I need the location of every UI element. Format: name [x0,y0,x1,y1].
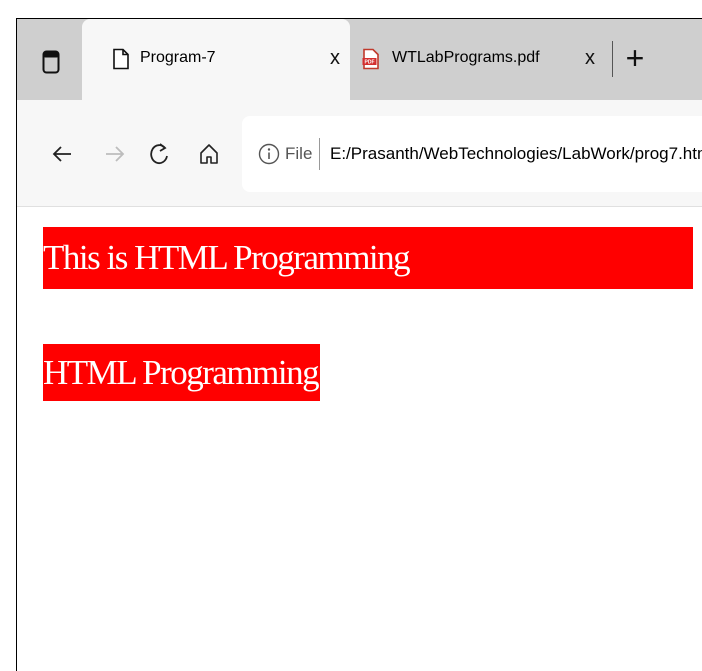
page-icon [113,48,129,70]
tab-title: WTLabPrograms.pdf [392,49,540,66]
new-tab-button[interactable]: + [620,42,650,74]
tab-wtlabprograms-pdf[interactable]: PDF WTLabPrograms.pdf x [352,19,609,100]
tab-program-7[interactable]: Program-7 x [82,19,350,100]
address-divider [319,138,320,170]
refresh-button[interactable] [145,139,175,169]
page-content: This is HTML Programming HTML Programmin… [17,207,702,671]
tab-actions-icon [42,50,60,74]
back-arrow-icon [52,146,71,162]
forward-button[interactable] [100,139,130,169]
home-button[interactable] [194,139,224,169]
url-text[interactable]: E:/Prasanth/WebTechnologies/LabWork/prog… [330,144,702,164]
back-button[interactable] [47,139,77,169]
page-subheading: HTML Programming [43,344,321,401]
svg-text:PDF: PDF [365,60,375,66]
address-bar[interactable]: File E:/Prasanth/WebTechnologies/LabWork… [242,116,702,192]
refresh-icon [150,143,168,165]
pdf-icon: PDF [362,48,379,70]
forward-arrow-icon [106,146,125,162]
page-heading: This is HTML Programming [43,227,693,289]
browser-window: Program-7 x PDF WTLabPrograms.pdf x + Fi… [16,18,702,671]
file-scheme-label: File [285,144,313,163]
tab-actions-button[interactable] [33,44,69,80]
tab-strip: Program-7 x PDF WTLabPrograms.pdf x + [17,19,702,100]
close-tab-button[interactable]: x [325,46,345,70]
navigation-toolbar: File E:/Prasanth/WebTechnologies/LabWork… [17,100,702,207]
tab-title: Program-7 [140,49,216,66]
info-icon[interactable] [258,143,280,165]
tab-separator [612,41,613,77]
close-tab-button[interactable]: x [580,46,600,70]
home-icon [200,144,218,164]
